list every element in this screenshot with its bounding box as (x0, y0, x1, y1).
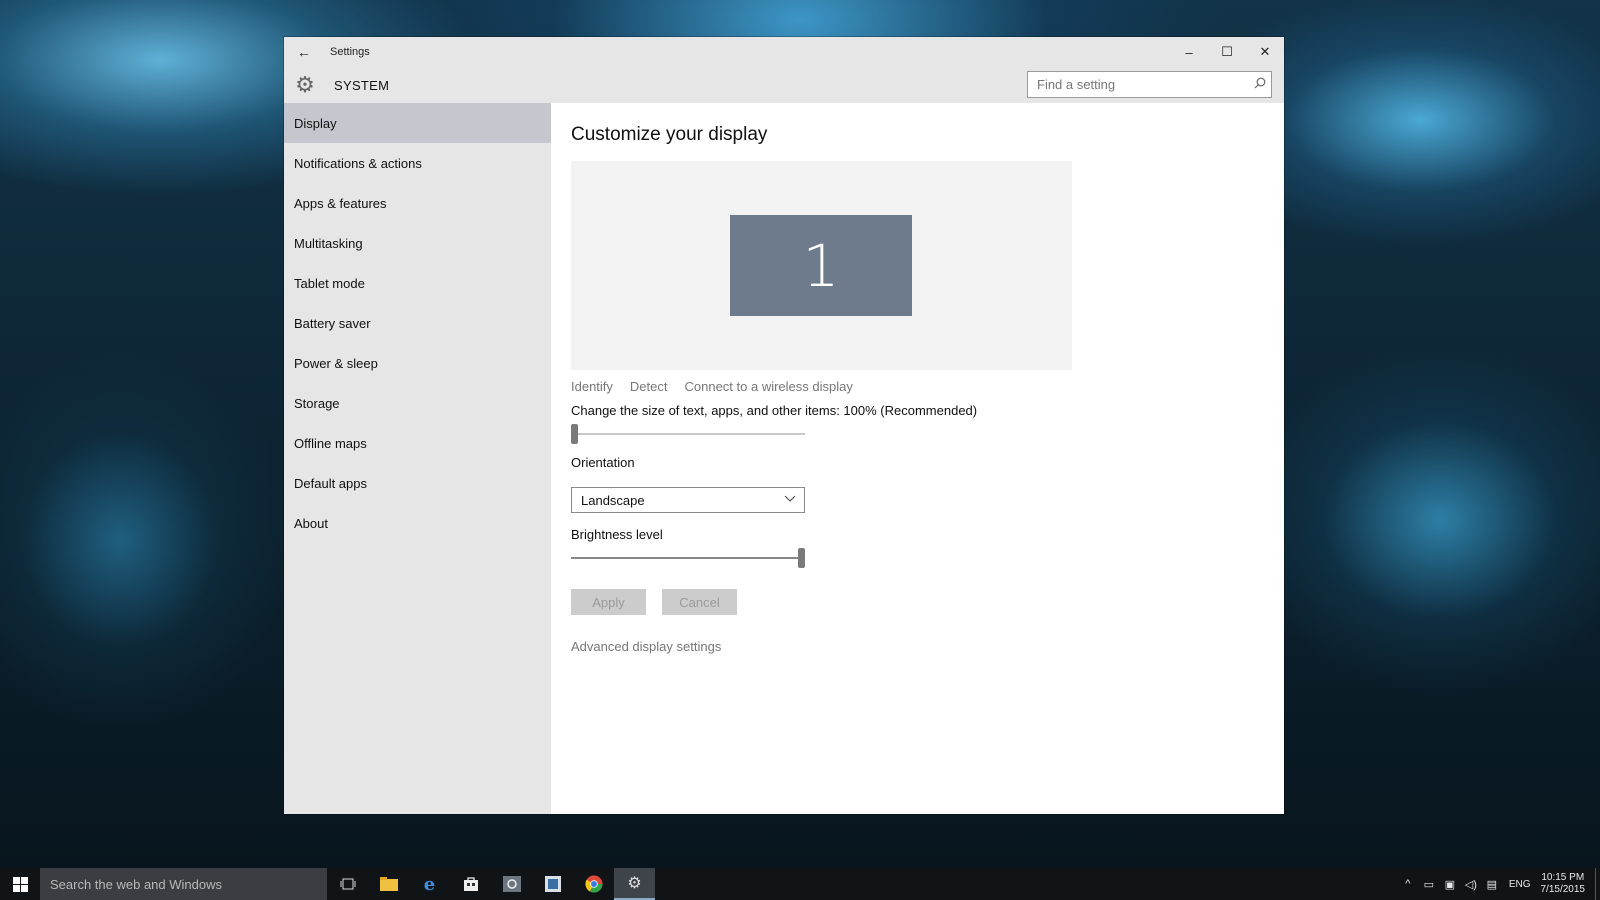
store-button[interactable] (450, 868, 491, 900)
sidebar-item-label: Multitasking (294, 235, 363, 251)
input-language[interactable]: ENG (1509, 879, 1531, 890)
sidebar-item-label: Storage (294, 395, 340, 411)
chevron-up-icon[interactable]: ^ (1398, 878, 1418, 890)
clock-date: 7/15/2015 (1540, 884, 1586, 895)
wireless-display-link[interactable]: Connect to a wireless display (685, 379, 853, 394)
scale-slider[interactable] (571, 424, 805, 444)
battery-icon[interactable]: ▭ (1419, 878, 1439, 891)
sidebar-item-label: About (294, 515, 328, 531)
display-settings-panel: Customize your display 1 Identify Detect… (551, 103, 1284, 814)
back-arrow-icon: ← (297, 44, 311, 60)
chevron-down-icon (784, 492, 796, 507)
store-icon (463, 877, 478, 891)
sidebar-item-about[interactable]: About (284, 503, 551, 543)
minimize-button[interactable]: – (1170, 37, 1208, 67)
sidebar-item-label: Display (294, 115, 337, 131)
system-tray: ^ ▭ ▣ ◁) ▤ ENG 10:15 PM 7/15/2015 (1398, 868, 1600, 900)
network-icon[interactable]: ▣ (1440, 878, 1460, 891)
close-icon: ✕ (1259, 44, 1271, 59)
search-input[interactable] (1028, 72, 1249, 97)
clock[interactable]: 10:15 PM 7/15/2015 (1541, 872, 1586, 896)
apply-button[interactable]: Apply (571, 589, 646, 615)
edge-button[interactable]: e (409, 868, 450, 900)
taskbar-search-placeholder: Search the web and Windows (50, 876, 222, 892)
sidebar-item-apps-features[interactable]: Apps & features (284, 183, 551, 223)
sidebar-item-battery-saver[interactable]: Battery saver (284, 303, 551, 343)
sidebar-item-multitasking[interactable]: Multitasking (284, 223, 551, 263)
sidebar-item-label: Default apps (294, 475, 367, 491)
cancel-button[interactable]: Cancel (662, 589, 737, 615)
find-setting-search[interactable] (1027, 71, 1272, 98)
advanced-display-settings-link[interactable]: Advanced display settings (571, 639, 721, 654)
chrome-icon (584, 875, 602, 893)
start-button[interactable] (0, 868, 40, 900)
scale-label: Change the size of text, apps, and other… (571, 403, 978, 418)
maximize-button[interactable]: ☐ (1208, 37, 1246, 67)
task-view-icon (340, 878, 355, 890)
sidebar-item-notifications[interactable]: Notifications & actions (284, 143, 551, 183)
slider-track (571, 433, 805, 435)
settings-sidebar: Display Notifications & actions Apps & f… (284, 103, 551, 814)
settings-app-button[interactable] (532, 868, 573, 900)
show-desktop-button[interactable] (1595, 868, 1600, 900)
monitor-number: 1 (802, 231, 840, 300)
windows-logo-icon (12, 876, 28, 892)
sidebar-item-display[interactable]: Display (284, 103, 551, 143)
display-actions: Identify Detect Connect to a wireless di… (571, 379, 853, 394)
media-app-button[interactable] (491, 868, 532, 900)
search-icon[interactable] (1249, 77, 1271, 92)
orientation-value: Landscape (581, 492, 645, 508)
sidebar-item-label: Power & sleep (294, 355, 378, 371)
sidebar-item-offline-maps[interactable]: Offline maps (284, 423, 551, 463)
chrome-button[interactable] (573, 868, 614, 900)
orientation-label: Orientation (571, 455, 635, 470)
slider-fill (571, 557, 802, 559)
detect-link[interactable]: Detect (630, 379, 668, 394)
window-controls: – ☐ ✕ (1170, 37, 1284, 67)
section-title: SYSTEM (334, 77, 390, 93)
gear-icon: ⚙ (295, 72, 315, 97)
sidebar-item-label: Apps & features (294, 195, 387, 211)
title-bar: ← Settings – ☐ ✕ (284, 37, 1284, 67)
orientation-dropdown[interactable]: Landscape (571, 487, 805, 513)
taskbar: Search the web and Windows e ⚙ ^ ▭ ▣ ◁) … (0, 868, 1600, 900)
action-center-icon[interactable]: ▤ (1482, 878, 1502, 891)
sidebar-item-label: Tablet mode (294, 275, 365, 291)
file-explorer-icon (379, 877, 398, 891)
settings-icon: ⚙ (627, 875, 642, 892)
close-button[interactable]: ✕ (1246, 37, 1284, 67)
settings-taskbar-button[interactable]: ⚙ (614, 868, 655, 900)
file-explorer-button[interactable] (368, 868, 409, 900)
taskbar-search-box[interactable]: Search the web and Windows (40, 868, 327, 900)
sidebar-item-default-apps[interactable]: Default apps (284, 463, 551, 503)
display-arrangement-preview: 1 (571, 161, 1072, 370)
volume-icon[interactable]: ◁) (1461, 878, 1481, 891)
brightness-slider[interactable] (571, 548, 805, 568)
sidebar-item-power-sleep[interactable]: Power & sleep (284, 343, 551, 383)
sidebar-item-label: Notifications & actions (294, 155, 422, 171)
slider-thumb[interactable] (798, 548, 805, 568)
brightness-label: Brightness level (571, 527, 663, 542)
monitor-tile[interactable]: 1 (730, 215, 912, 316)
page-title: Customize your display (571, 124, 768, 145)
sidebar-item-label: Battery saver (294, 315, 371, 331)
sidebar-item-tablet-mode[interactable]: Tablet mode (284, 263, 551, 303)
edge-icon: e (423, 873, 436, 895)
back-button[interactable]: ← (284, 37, 324, 67)
task-view-button[interactable] (327, 868, 368, 900)
window-title: Settings (330, 46, 370, 58)
settings-window: ← Settings – ☐ ✕ ⚙ SYSTEM Display Notifi… (284, 37, 1284, 814)
slider-thumb[interactable] (571, 424, 578, 444)
sidebar-item-storage[interactable]: Storage (284, 383, 551, 423)
maximize-icon: ☐ (1221, 44, 1233, 59)
sidebar-item-label: Offline maps (294, 435, 367, 451)
minimize-icon: – (1185, 44, 1193, 60)
settings-header: ⚙ SYSTEM (284, 67, 1284, 103)
identify-link[interactable]: Identify (571, 379, 613, 394)
media-app-icon (502, 876, 521, 892)
settings-app-icon (544, 876, 561, 892)
clock-time: 10:15 PM (1541, 872, 1585, 883)
